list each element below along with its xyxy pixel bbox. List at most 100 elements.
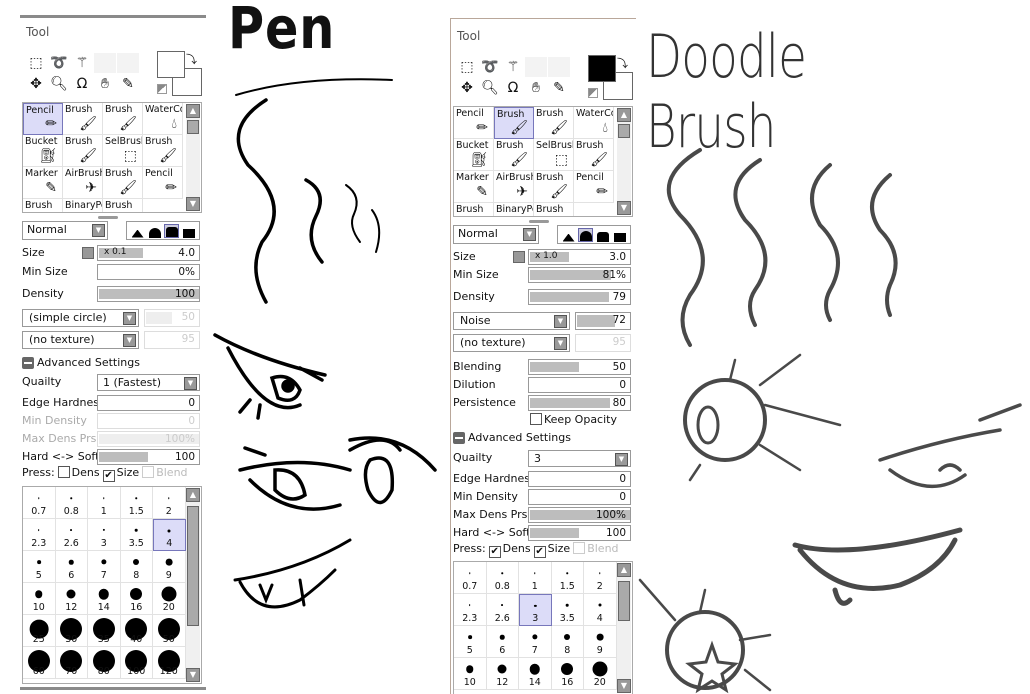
brush-shape-3-icon[interactable] bbox=[164, 223, 179, 238]
size-cell-12[interactable]: 12 bbox=[486, 658, 519, 690]
size-cell-3.5[interactable]: 3.5 bbox=[120, 519, 153, 551]
slider-min-density[interactable]: 0 bbox=[528, 489, 631, 505]
slider-min-density[interactable]: 0 bbox=[97, 413, 200, 429]
slider-blending[interactable]: 50 bbox=[528, 359, 631, 375]
move-icon[interactable]: ✥ bbox=[456, 78, 478, 98]
scroll-up-button[interactable]: ▲ bbox=[617, 563, 631, 577]
size-cell-1.5[interactable]: 1.5 bbox=[120, 487, 153, 519]
slider--no-texture-[interactable]: 95 bbox=[575, 334, 631, 352]
brush-slot-airbrush[interactable]: AirBrush ✈︎ bbox=[494, 171, 534, 203]
size-cell-16[interactable]: 16 bbox=[551, 658, 584, 690]
slider-density[interactable]: 79 bbox=[528, 289, 631, 305]
reset-colors-icon[interactable] bbox=[588, 88, 598, 98]
brush-slot-binarype[interactable]: BinaryPe✒︎ bbox=[494, 203, 534, 216]
brush-slot-pencil[interactable]: Pencil ✏︎ bbox=[574, 171, 614, 203]
rect-select-icon[interactable]: ⬚ bbox=[25, 53, 47, 73]
rect-select-icon[interactable]: ⬚ bbox=[456, 57, 478, 77]
size-cell-10[interactable]: 10 bbox=[454, 658, 487, 690]
move-icon[interactable]: ✥ bbox=[25, 74, 47, 94]
brush-shape-3-icon[interactable] bbox=[595, 228, 610, 242]
lasso-icon[interactable]: ➰ bbox=[479, 57, 501, 77]
brush-slot-selbrush[interactable]: SelBrush ⬚ bbox=[534, 139, 574, 171]
brush-slot-brush[interactable]: Brush🖌︎ bbox=[23, 199, 63, 212]
select-noise[interactable]: Noise ▼ bbox=[453, 312, 570, 330]
magic-wand-icon[interactable]: ⚚ bbox=[502, 57, 524, 77]
scroll-down-button[interactable]: ▼ bbox=[186, 668, 200, 682]
brush-slot-binarype[interactable]: BinaryPe✒︎ bbox=[63, 199, 103, 212]
size-multiplier-dropdown[interactable] bbox=[82, 247, 94, 259]
slider--no-texture-[interactable]: 95 bbox=[144, 331, 200, 349]
select--simple-circle-[interactable]: (simple circle) ▼ bbox=[22, 309, 139, 327]
scrollbar[interactable]: ▲ ▼ bbox=[617, 108, 631, 215]
chevron-down-icon[interactable]: ▼ bbox=[615, 453, 628, 466]
size-cell-0.7[interactable]: 0.7 bbox=[23, 487, 56, 519]
scrollbar[interactable]: ▲ ▼ bbox=[186, 488, 200, 682]
scroll-up-button[interactable]: ▲ bbox=[186, 488, 200, 502]
brush-slot-brush[interactable]: Brush🖌︎ bbox=[574, 139, 614, 171]
size-cell-6[interactable]: 6 bbox=[55, 551, 88, 583]
rotate-icon[interactable]: Ω bbox=[502, 78, 524, 98]
keep-opacity-checkbox[interactable]: Keep Opacity bbox=[527, 413, 617, 426]
slider-dilution[interactable]: 0 bbox=[528, 377, 631, 393]
brush-slot-brush[interactable]: Brush🖌︎ bbox=[534, 171, 574, 203]
size-cell-0.8[interactable]: 0.8 bbox=[55, 487, 88, 519]
size-cell-8[interactable]: 8 bbox=[120, 551, 153, 583]
slider-max-dens-prs-[interactable]: 100% bbox=[97, 431, 200, 447]
magic-wand-icon[interactable]: ⚚ bbox=[71, 53, 93, 73]
brush-slot-brush[interactable]: Brush🖌︎ bbox=[494, 107, 534, 139]
slider-min-size[interactable]: 0% bbox=[97, 264, 200, 280]
brush-shape-2-icon[interactable] bbox=[147, 224, 162, 238]
select--no-texture-[interactable]: (no texture) ▼ bbox=[453, 334, 570, 352]
brush-slot-waterco[interactable]: WaterCo 💧︎ bbox=[143, 103, 183, 135]
slider-edge-hardness[interactable]: 0 bbox=[97, 395, 200, 411]
slider-hard-soft[interactable]: 100 bbox=[97, 449, 200, 465]
slider-density[interactable]: 100 bbox=[97, 286, 200, 302]
brush-slot-brush[interactable]: Brush🖌︎ bbox=[63, 103, 103, 135]
size-cell-8[interactable]: 8 bbox=[551, 626, 584, 658]
panel-resize-handle[interactable] bbox=[98, 216, 118, 219]
brush-slot-marker[interactable]: Marker ✎ bbox=[454, 171, 494, 203]
brush-slot-brush[interactable]: Brush🖌︎ bbox=[63, 135, 103, 167]
size-cell-2.3[interactable]: 2.3 bbox=[23, 519, 56, 551]
press-dens-checkbox[interactable]: ✔ bbox=[488, 546, 501, 558]
size-cell-9[interactable]: 9 bbox=[153, 551, 186, 583]
size-cell-70[interactable]: 70 bbox=[55, 647, 88, 679]
size-cell-2[interactable]: 2 bbox=[153, 487, 186, 519]
size-cell-120[interactable]: 120 bbox=[153, 647, 186, 679]
brush-slot-bucket[interactable]: Bucket ⛽︎ bbox=[454, 139, 494, 171]
hand-icon[interactable]: ✋︎ bbox=[94, 74, 116, 94]
checkbox[interactable] bbox=[530, 413, 542, 425]
scroll-down-button[interactable]: ▼ bbox=[617, 201, 631, 215]
size-cell-0.7[interactable]: 0.7 bbox=[454, 562, 487, 594]
size-cell-2.6[interactable]: 2.6 bbox=[486, 594, 519, 626]
chevron-down-icon[interactable]: ▼ bbox=[123, 334, 136, 347]
size-cell-1[interactable]: 1 bbox=[88, 487, 121, 519]
lasso-icon[interactable]: ➰ bbox=[48, 53, 70, 73]
press-size-checkbox[interactable]: ✔ bbox=[102, 470, 115, 482]
slider-max-dens-prs-[interactable]: 100% bbox=[528, 507, 631, 523]
scroll-up-button[interactable]: ▲ bbox=[186, 104, 200, 118]
brush-slot-brush[interactable]: Brush🖌︎ bbox=[454, 203, 494, 216]
panel-resize-handle[interactable] bbox=[529, 220, 549, 223]
brush-slot-brush[interactable]: Brush🖌︎ bbox=[103, 167, 143, 199]
size-cell-5[interactable]: 5 bbox=[454, 626, 487, 658]
size-cell-4[interactable]: 4 bbox=[584, 594, 617, 626]
scrollbar[interactable]: ▲ ▼ bbox=[186, 104, 200, 211]
size-cell-50[interactable]: 50 bbox=[153, 615, 186, 647]
slider-size[interactable]: x 1.0 3.0 bbox=[528, 249, 631, 265]
scroll-down-button[interactable]: ▼ bbox=[617, 679, 631, 693]
scroll-up-button[interactable]: ▲ bbox=[617, 108, 631, 122]
foreground-color-swatch[interactable] bbox=[588, 55, 616, 82]
rotate-icon[interactable]: Ω bbox=[71, 74, 93, 94]
scroll-down-button[interactable]: ▼ bbox=[186, 197, 200, 211]
size-cell-7[interactable]: 7 bbox=[88, 551, 121, 583]
brush-slot-waterco[interactable]: WaterCo 💧︎ bbox=[574, 107, 614, 139]
chevron-down-icon[interactable]: ▼ bbox=[184, 377, 197, 390]
zoom-icon[interactable]: 🔍︎ bbox=[48, 74, 70, 94]
brush-slot-brush[interactable]: Brush🖌︎ bbox=[103, 103, 143, 135]
zoom-icon[interactable]: 🔍︎ bbox=[479, 78, 501, 98]
size-cell-2.6[interactable]: 2.6 bbox=[55, 519, 88, 551]
brush-slot-brush[interactable]: Brush🖌︎ bbox=[534, 107, 574, 139]
size-cell-7[interactable]: 7 bbox=[519, 626, 552, 658]
slider-hard-soft[interactable]: 100 bbox=[528, 525, 631, 541]
